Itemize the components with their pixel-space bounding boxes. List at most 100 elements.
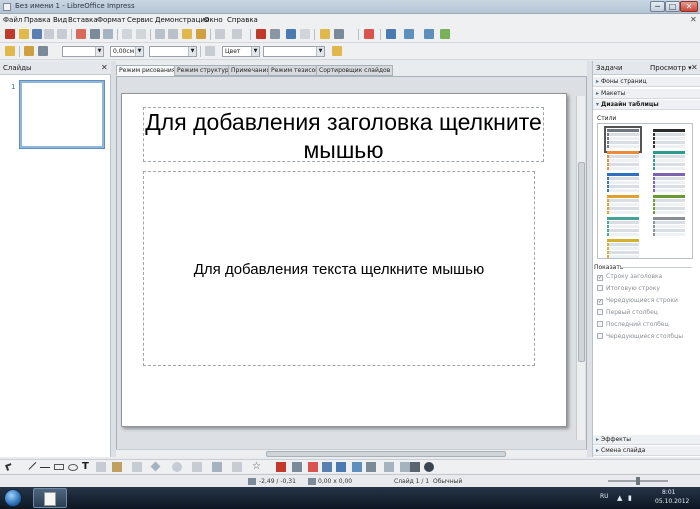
copy-icon[interactable] <box>168 29 178 39</box>
checkbox-icon[interactable] <box>597 321 603 327</box>
paste-icon[interactable] <box>182 29 192 39</box>
checkbox-checked-icon[interactable]: ✓ <box>597 275 603 281</box>
taskbar-impress-app[interactable] <box>33 488 67 508</box>
menu-file[interactable]: Файл <box>3 16 22 24</box>
clone-format-icon[interactable] <box>196 29 206 39</box>
table-style-swatch[interactable] <box>607 217 639 238</box>
callouts-icon[interactable] <box>232 462 242 472</box>
chart-icon[interactable] <box>256 29 266 39</box>
table-style-swatch[interactable] <box>607 195 639 216</box>
eye-icon[interactable] <box>424 462 434 472</box>
redo-icon[interactable] <box>232 29 242 39</box>
table-style-swatch[interactable] <box>653 129 685 150</box>
line-icon[interactable] <box>24 46 34 56</box>
close-slides-pane-button[interactable]: ✕ <box>101 63 108 72</box>
menu-view[interactable]: Вид <box>53 16 67 24</box>
checkbox-icon[interactable] <box>597 333 603 339</box>
table-icon[interactable] <box>270 29 280 39</box>
export-pdf-icon[interactable] <box>76 29 86 39</box>
slideshow-icon[interactable] <box>440 29 450 39</box>
tray-flag-icon[interactable]: ▲ <box>617 494 622 502</box>
horizontal-scroll-thumb[interactable] <box>266 451 506 457</box>
menu-insert[interactable]: Вставка <box>68 16 98 24</box>
slide-layout-icon[interactable] <box>404 29 414 39</box>
save-icon[interactable] <box>32 29 42 39</box>
glue-points-icon[interactable] <box>292 462 302 472</box>
network-icon[interactable]: ▮ <box>628 494 632 502</box>
table-style-swatch[interactable] <box>607 151 639 172</box>
arrow-style-icon[interactable] <box>38 46 48 56</box>
text-tool-icon[interactable]: T <box>82 462 92 472</box>
table-option-checkbox[interactable]: ✓ Чередующиеся строки <box>597 296 678 306</box>
close-tasks-pane-button[interactable]: ✕ <box>691 63 698 72</box>
checkbox-checked-icon[interactable]: ✓ <box>597 299 603 305</box>
close-window-button[interactable]: ✕ <box>680 1 698 12</box>
email-icon[interactable] <box>44 29 54 39</box>
edit-file-icon[interactable] <box>57 29 67 39</box>
menu-tools[interactable]: Сервис <box>127 16 153 24</box>
clock-time[interactable]: 8:01 <box>662 489 675 496</box>
symbol-shapes-icon[interactable] <box>172 462 182 472</box>
section-layouts[interactable]: ▸ Макеты <box>593 89 700 99</box>
table-style-swatch[interactable] <box>653 151 685 172</box>
line-width-field[interactable]: 0,00см ▼ <box>110 46 144 57</box>
table-style-swatch[interactable] <box>607 239 639 260</box>
checkbox-icon[interactable] <box>597 309 603 315</box>
from-file-icon[interactable] <box>322 462 332 472</box>
table-option-checkbox[interactable]: Чередующиеся столбцы <box>597 332 683 342</box>
tab-notes[interactable]: Примечания <box>228 65 274 76</box>
slide-icon[interactable] <box>386 29 396 39</box>
clock-date[interactable]: 05.10.2012 <box>655 498 689 505</box>
navigator-icon[interactable] <box>320 29 330 39</box>
table-style-swatch[interactable] <box>653 195 685 216</box>
fontwork-icon[interactable] <box>300 29 310 39</box>
zoom-icon[interactable] <box>334 29 344 39</box>
line-style-select[interactable]: ▼ <box>62 46 104 57</box>
table-style-swatch[interactable] <box>607 173 639 194</box>
section-table-design[interactable]: ▾ Дизайн таблицы <box>593 100 700 110</box>
table-option-checkbox[interactable]: Первый столбец <box>597 308 658 318</box>
shadow-toggle-icon[interactable] <box>410 462 420 472</box>
slide-thumbnail[interactable] <box>19 80 105 149</box>
maximize-button[interactable]: □ <box>665 1 680 12</box>
spellcheck-icon[interactable] <box>122 29 132 39</box>
body-placeholder[interactable]: Для добавления текста щелкните мышью <box>143 171 535 366</box>
rectangle-icon[interactable] <box>54 464 64 470</box>
table-style-swatch[interactable] <box>653 173 685 194</box>
vertical-scroll-thumb[interactable] <box>578 162 585 362</box>
line-color-select[interactable]: ▼ <box>149 46 197 57</box>
close-document-button[interactable]: ✕ <box>690 15 697 24</box>
line-tool-icon[interactable] <box>25 459 37 470</box>
horizontal-scrollbar[interactable] <box>116 449 587 457</box>
title-placeholder[interactable]: Для добавления заголовка щелкните мышью <box>143 107 544 163</box>
view-menu-button[interactable]: Просмотр ▾ <box>650 64 692 72</box>
print-preview-icon[interactable] <box>103 29 113 39</box>
area-icon[interactable] <box>205 46 215 56</box>
basic-shapes-icon[interactable] <box>150 461 161 472</box>
vertical-scrollbar[interactable] <box>576 96 585 440</box>
minimize-button[interactable]: ─ <box>650 1 665 12</box>
menu-slideshow[interactable]: Демонстрация <box>155 16 209 24</box>
extrusion-icon[interactable] <box>400 462 410 472</box>
table-option-checkbox[interactable]: ✓ Строку заголовка <box>597 272 662 282</box>
tab-handout[interactable]: Режим тезисов <box>268 65 322 76</box>
help-icon[interactable] <box>364 29 374 39</box>
language-indicator[interactable]: RU <box>600 493 609 500</box>
ellipse-icon[interactable] <box>68 464 78 471</box>
zoom-slider-knob[interactable] <box>636 477 640 485</box>
menu-edit[interactable]: Правка <box>24 16 51 24</box>
area-style-select[interactable]: Цвет ▼ <box>222 46 260 57</box>
menu-format[interactable]: Формат <box>97 16 125 24</box>
stars-icon[interactable]: ☆ <box>252 462 262 472</box>
start-button-icon[interactable] <box>4 489 22 507</box>
undo-icon[interactable] <box>215 29 225 39</box>
curve-icon[interactable] <box>112 462 122 472</box>
fontwork-gallery-icon[interactable] <box>308 462 318 472</box>
effects-icon[interactable] <box>352 462 362 472</box>
table-style-swatch[interactable] <box>653 217 685 238</box>
flowchart-icon[interactable] <box>212 462 222 472</box>
styles-icon[interactable] <box>5 46 15 56</box>
tab-normal[interactable]: Режим рисования <box>116 65 179 76</box>
section-page-backgrounds[interactable]: ▸ Фоны страниц <box>593 77 700 87</box>
text-box-icon[interactable] <box>96 462 106 472</box>
